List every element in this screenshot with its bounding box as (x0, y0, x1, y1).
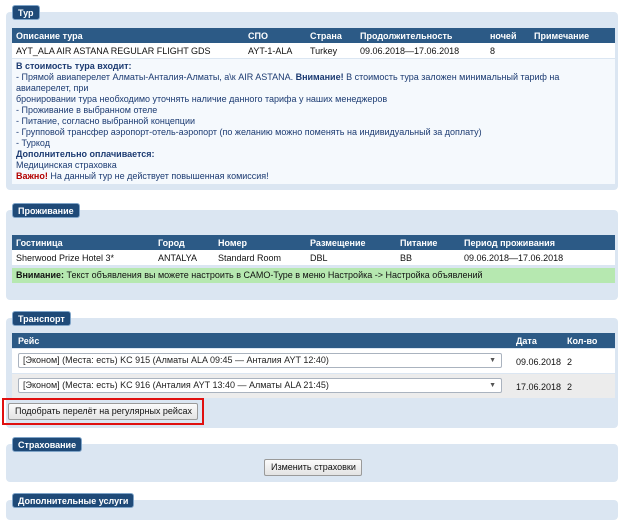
col-note: Примечание (530, 28, 615, 43)
col-date: Дата (516, 336, 537, 346)
col-country: Страна (306, 28, 356, 43)
col-nights: ночей (486, 28, 530, 43)
chevron-down-icon: ▼ (489, 382, 496, 389)
col-spo: СПО (244, 28, 306, 43)
col-tour-description: Описание тура (12, 28, 244, 43)
includes-title: В стоимость тура входит: (16, 61, 132, 71)
tour-note (530, 43, 615, 58)
col-period: Период проживания (460, 235, 615, 250)
notice-label: Внимание: (16, 270, 64, 280)
accommodation-panel: Проживание Гостиница Город Номер Размеще… (6, 203, 618, 300)
includes-hotel: - Проживание в выбранном отеле (16, 105, 158, 115)
important-label: Важно! (16, 171, 48, 181)
table-row: AYT_ALA AIR ASTANA REGULAR FLIGHT GDS AY… (12, 43, 615, 58)
col-city: Город (154, 235, 214, 250)
flight-select-outbound-value: [Эконом] (Места: есть) KC 915 (Алматы AL… (23, 355, 329, 365)
accommodation-legend: Проживание (12, 203, 80, 218)
includes-turkod: - Туркод (16, 138, 50, 148)
hotel-placement: DBL (306, 250, 396, 265)
flight-select-return-value: [Эконом] (Места: есть) KC 916 (Анталия A… (23, 380, 329, 390)
table-row: Sherwood Prize Hotel 3* ANTALYA Standard… (12, 250, 615, 265)
flight-return-date: 17.06.2018 (516, 382, 562, 392)
hotel-meals: BB (396, 250, 460, 265)
insurance-panel: Страхование Изменить страховки (6, 437, 618, 482)
tour-table: Описание тура СПО Страна Продолжительнос… (12, 28, 615, 58)
flight-select-return[interactable]: [Эконом] (Места: есть) KC 916 (Анталия A… (18, 378, 502, 393)
includes-flight: - Прямой авиаперелет Алматы-Анталия-Алма… (16, 72, 294, 82)
tour-header-row: Описание тура СПО Страна Продолжительнос… (12, 28, 615, 43)
col-duration: Продолжительность (356, 28, 486, 43)
extra-services-legend: Дополнительные услуги (12, 493, 135, 508)
notice-text: Текст объявления вы можете настроить в С… (63, 270, 483, 280)
accommodation-table: Гостиница Город Номер Размещение Питание… (12, 235, 615, 265)
flight-return-qty: 2 (567, 382, 573, 392)
change-insurance-button[interactable]: Изменить страховки (264, 459, 362, 476)
col-hotel: Гостиница (12, 235, 154, 250)
hotel-city: ANTALYA (154, 250, 214, 265)
tour-panel: Тур Описание тура СПО Страна Продолжител… (6, 5, 618, 190)
hotel-room: Standard Room (214, 250, 306, 265)
flight-select-outbound[interactable]: [Эконом] (Места: есть) KC 915 (Алматы AL… (18, 353, 502, 368)
flight-outbound-qty: 2 (567, 357, 573, 367)
tour-description-block: В стоимость тура входит: - Прямой авиапе… (12, 59, 615, 184)
chevron-down-icon: ▼ (489, 357, 496, 364)
tour-nights: 8 (486, 43, 530, 58)
important-text: На данный тур не действует повышенная ко… (47, 171, 269, 181)
tour-spo: AYT-1-ALA (244, 43, 306, 58)
accommodation-header-row: Гостиница Город Номер Размещение Питание… (12, 235, 615, 250)
col-room: Номер (214, 235, 306, 250)
extra-insurance: Медицинская страховка (16, 160, 117, 170)
hotel-period: 09.06.2018—17.06.2018 (460, 250, 615, 265)
col-qty: Кол-во (567, 336, 598, 346)
extra-pay-title: Дополнительно оплачивается: (16, 149, 155, 159)
accommodation-notice: Внимание: Текст объявления вы можете нас… (12, 268, 615, 283)
includes-transfer: - Групповой трансфер аэропорт-отель-аэро… (16, 127, 482, 137)
tour-name: AYT_ALA AIR ASTANA REGULAR FLIGHT GDS (12, 43, 244, 58)
transport-legend: Транспорт (12, 311, 71, 326)
insurance-legend: Страхование (12, 437, 83, 452)
flight-outbound-date: 09.06.2018 (516, 357, 562, 367)
tour-country: Turkey (306, 43, 356, 58)
col-meals: Питание (396, 235, 460, 250)
extra-services-panel: Дополнительные услуги (6, 493, 618, 520)
tour-dates: 09.06.2018—17.06.2018 (356, 43, 486, 58)
includes-meals: - Питание, согласно выбранной концепции (16, 116, 195, 126)
tour-legend: Тур (12, 5, 40, 20)
highlight-box (2, 398, 204, 425)
col-placement: Размещение (306, 235, 396, 250)
attention-label: Внимание! (295, 72, 344, 82)
includes-flight-note: бронировании тура необходимо уточнять на… (16, 94, 388, 104)
col-flight: Рейс (18, 336, 40, 346)
hotel-name: Sherwood Prize Hotel 3* (12, 250, 154, 265)
